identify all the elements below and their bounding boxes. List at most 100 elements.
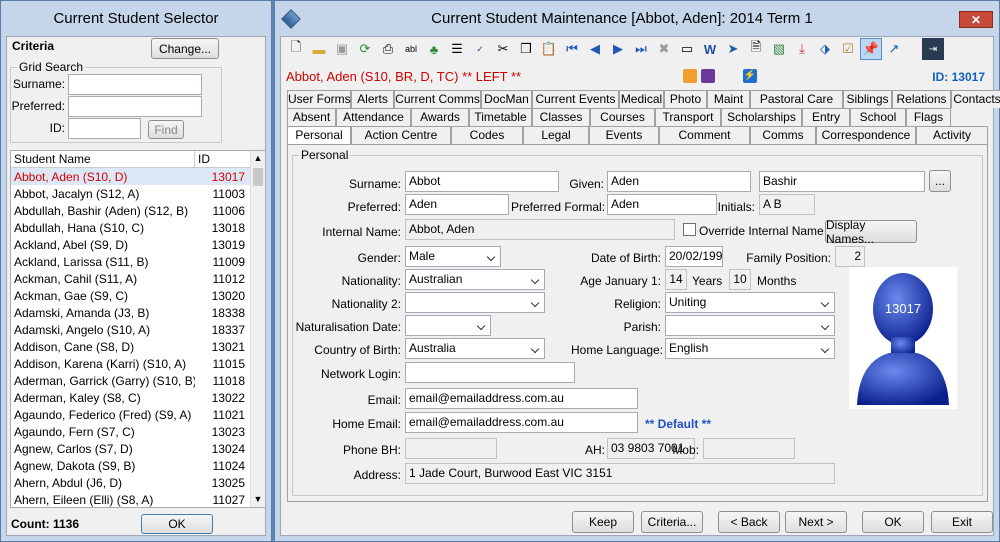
comment-icon[interactable]: [683, 69, 697, 83]
table-row[interactable]: Abdullah, Hana (S10, C) 13018: [11, 219, 265, 236]
puzzle-icon[interactable]: [701, 69, 715, 83]
tab-codes[interactable]: Codes: [451, 126, 523, 144]
preferred-search-input[interactable]: [68, 96, 202, 117]
document-icon[interactable]: 🗎: [745, 38, 767, 60]
tab-timetable[interactable]: Timetable: [469, 108, 532, 126]
next-record-icon[interactable]: ▶: [607, 38, 629, 60]
more-names-button[interactable]: ...: [929, 170, 951, 192]
table-row[interactable]: Abbot, Aden (S10, D) 13017: [11, 168, 265, 185]
list-scrollbar[interactable]: ▲ ▼: [250, 151, 265, 507]
tag-icon[interactable]: ⬗: [814, 38, 836, 60]
next-button[interactable]: Next >: [785, 511, 847, 533]
table-row[interactable]: Ackman, Gae (S9, C) 13020: [11, 287, 265, 304]
nationality-select[interactable]: Australian: [405, 269, 545, 290]
table-row[interactable]: Ahern, Eileen (Elli) (S8, A) 11027: [11, 491, 265, 507]
tab-alerts[interactable]: Alerts: [351, 90, 394, 108]
list-icon[interactable]: ☰: [446, 38, 468, 60]
tab-awards[interactable]: Awards: [411, 108, 469, 126]
tab-medical[interactable]: Medical: [619, 90, 664, 108]
tab-contacts[interactable]: Contacts: [951, 90, 1000, 108]
selector-ok-button[interactable]: OK: [141, 514, 213, 534]
home-language-select[interactable]: English: [665, 338, 835, 359]
save-icon[interactable]: ▣: [331, 38, 353, 60]
table-row[interactable]: Abdullah, Bashir (Aden) (S12, B) 11006: [11, 202, 265, 219]
tab-action-centre[interactable]: Action Centre: [351, 126, 451, 144]
cut-icon[interactable]: ✂: [492, 38, 514, 60]
tab-absent[interactable]: Absent: [287, 108, 336, 126]
exit-button[interactable]: Exit: [931, 511, 993, 533]
download-icon[interactable]: ⤓: [791, 38, 813, 60]
home-email-field[interactable]: email@emailaddress.com.au: [405, 412, 638, 433]
send-icon[interactable]: ➤: [722, 38, 744, 60]
tab-attendance[interactable]: Attendance: [336, 108, 411, 126]
spellcheck-icon[interactable]: ✓: [469, 38, 491, 60]
tab-comms[interactable]: Comms: [750, 126, 816, 144]
table-row[interactable]: Aderman, Garrick (Garry) (S10, B) 11018: [11, 372, 265, 389]
card-icon[interactable]: ▭: [676, 38, 698, 60]
refresh-icon[interactable]: ⟳: [354, 38, 376, 60]
table-row[interactable]: Ahern, Abdul (J6, D) 13025: [11, 474, 265, 491]
tab-school[interactable]: School: [850, 108, 906, 126]
print-icon[interactable]: ⎙: [377, 38, 399, 60]
table-row[interactable]: Aderman, Kaley (S8, C) 13022: [11, 389, 265, 406]
table-row[interactable]: Ackland, Abel (S9, D) 13019: [11, 236, 265, 253]
tab-maint[interactable]: Maint: [707, 90, 750, 108]
religion-select[interactable]: Uniting: [665, 292, 835, 313]
naturalisation-date-select[interactable]: [405, 315, 491, 336]
image-icon[interactable]: ▧: [768, 38, 790, 60]
tab-current-comms[interactable]: Current Comms: [394, 90, 481, 108]
tree-icon[interactable]: ♣: [423, 38, 445, 60]
back-button[interactable]: < Back: [718, 511, 780, 533]
tab-classes[interactable]: Classes: [532, 108, 590, 126]
tab-relations[interactable]: Relations: [892, 90, 951, 108]
surname-field[interactable]: Abbot: [405, 171, 559, 192]
bolt-icon[interactable]: ⚡: [743, 69, 757, 83]
tab-current-events[interactable]: Current Events: [532, 90, 619, 108]
table-row[interactable]: Abbot, Jacalyn (S12, A) 11003: [11, 185, 265, 202]
tab-user-forms[interactable]: User Forms: [287, 90, 351, 108]
tab-flags[interactable]: Flags: [906, 108, 951, 126]
gender-select[interactable]: Male: [405, 246, 501, 267]
id-search-input[interactable]: [68, 118, 141, 139]
delete-icon[interactable]: ✖: [653, 38, 675, 60]
network-login-field[interactable]: [405, 362, 575, 383]
tab-entry[interactable]: Entry: [802, 108, 850, 126]
tab-correspondence[interactable]: Correspondence: [816, 126, 916, 144]
table-row[interactable]: Agnew, Dakota (S9, B) 11024: [11, 457, 265, 474]
last-record-icon[interactable]: ⏭: [630, 38, 652, 60]
tab-activity[interactable]: Activity: [916, 126, 988, 144]
preferred-field[interactable]: Aden: [405, 194, 509, 215]
exit-panel-icon[interactable]: ⇥: [922, 38, 944, 60]
close-icon[interactable]: ✕: [959, 11, 993, 28]
change-button[interactable]: Change...: [151, 38, 219, 59]
copy-icon[interactable]: ❐: [515, 38, 537, 60]
tab-scholarships[interactable]: Scholarships: [721, 108, 802, 126]
tab-photo[interactable]: Photo: [664, 90, 707, 108]
dob-field[interactable]: 20/02/1999: [665, 246, 723, 267]
table-row[interactable]: Ackman, Cahil (S11, A) 11012: [11, 270, 265, 287]
paste-icon[interactable]: 📋: [538, 38, 560, 60]
override-checkbox[interactable]: [683, 223, 696, 236]
checklist-icon[interactable]: ☑: [837, 38, 859, 60]
tab-courses[interactable]: Courses: [590, 108, 655, 126]
tab-siblings[interactable]: Siblings: [843, 90, 892, 108]
keep-button[interactable]: Keep: [572, 511, 634, 533]
table-row[interactable]: Adamski, Angelo (S10, A) 18337: [11, 321, 265, 338]
tab-events[interactable]: Events: [589, 126, 659, 144]
ok-button[interactable]: OK: [862, 511, 924, 533]
parish-select[interactable]: [665, 315, 835, 336]
col-student-name[interactable]: Student Name: [11, 151, 195, 167]
open-folder-icon[interactable]: ▬: [308, 38, 330, 60]
surname-search-input[interactable]: [68, 74, 202, 95]
tab-pastoral-care[interactable]: Pastoral Care: [750, 90, 843, 108]
email-field[interactable]: email@emailaddress.com.au: [405, 388, 638, 409]
preferred-formal-field[interactable]: Aden: [607, 194, 717, 215]
criteria-button[interactable]: Criteria...: [641, 511, 703, 533]
first-record-icon[interactable]: ⏮: [561, 38, 583, 60]
table-row[interactable]: Agaundo, Federico (Fred) (S9, A) 11021: [11, 406, 265, 423]
new-document-icon[interactable]: 🗋: [285, 38, 307, 60]
display-names-button[interactable]: Display Names...: [825, 218, 917, 246]
text-field-icon[interactable]: abl: [400, 38, 422, 60]
second-given-field[interactable]: Bashir: [759, 171, 925, 192]
arrow-out-icon[interactable]: ↗: [883, 38, 905, 60]
